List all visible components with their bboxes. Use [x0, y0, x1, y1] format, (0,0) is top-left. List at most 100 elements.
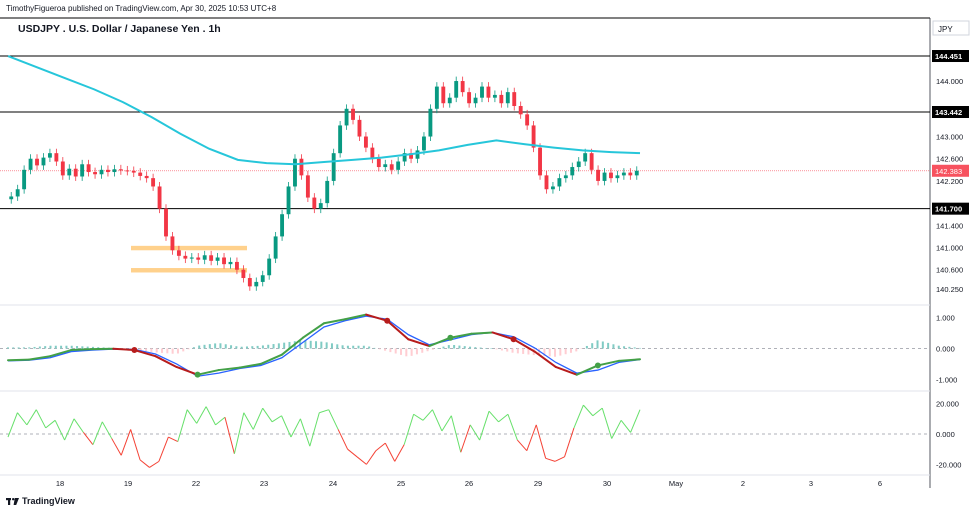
osc1-cross-dot — [594, 362, 601, 369]
osc2-line-segment — [120, 429, 132, 456]
price-tick-label: 141.000 — [936, 244, 963, 253]
osc1-histogram-bar — [415, 348, 418, 355]
price-tick-label: 140.600 — [936, 266, 963, 275]
candle-body — [35, 158, 39, 166]
candle-body — [563, 175, 568, 179]
price-tick-label: 142.200 — [936, 177, 963, 186]
osc1-histogram-bar — [214, 343, 217, 349]
osc2-line-segment — [516, 439, 528, 452]
osc1-histogram-bar — [463, 346, 466, 349]
osc1-histogram-bar — [623, 346, 626, 349]
candle-body — [235, 261, 239, 270]
osc2-tick-label: -20.000 — [936, 460, 961, 469]
osc1-histogram-bar — [325, 342, 328, 349]
osc1-histogram-bar — [240, 346, 243, 349]
osc1-histogram-bar — [516, 348, 519, 354]
osc1-histogram-bar — [559, 348, 562, 356]
candle-body — [215, 257, 220, 261]
time-tick-label: 2 — [741, 479, 745, 488]
osc2-line-segment — [564, 427, 575, 457]
osc1-fast-line-segment — [428, 336, 452, 348]
osc1-histogram-bar — [12, 347, 15, 349]
osc2-line-segment — [460, 424, 471, 453]
candle-body — [183, 255, 188, 259]
osc1-histogram-bar — [336, 344, 339, 349]
osc2-line-segment — [592, 407, 603, 417]
osc1-fast-line-segment — [386, 319, 410, 341]
osc1-histogram-bar — [484, 347, 487, 349]
osc1-histogram-bar — [601, 341, 604, 349]
osc1-fast-line-segment — [7, 358, 31, 362]
osc2-line-segment — [337, 429, 349, 450]
time-tick-label: 18 — [56, 479, 64, 488]
osc1-histogram-bar — [341, 345, 344, 349]
osc2-line-segment — [215, 416, 226, 426]
osc1-histogram-bar — [453, 345, 456, 349]
osc2-line-segment — [54, 420, 66, 441]
last-price-label: 142.383 — [935, 167, 962, 176]
candle-body — [280, 214, 285, 237]
osc2-line-segment — [73, 418, 84, 433]
osc1-histogram-bar — [357, 345, 360, 349]
osc2-line-segment — [252, 407, 264, 430]
osc1-histogram-bar — [76, 346, 79, 349]
candle-body — [576, 161, 581, 168]
osc1-histogram-bar — [490, 348, 493, 349]
time-tick-label: 30 — [603, 479, 611, 488]
highlight-box — [131, 245, 247, 251]
candle-body — [202, 255, 207, 260]
currency-label: JPY — [938, 25, 953, 34]
osc1-cross-dot — [384, 317, 391, 324]
osc2-line-segment — [366, 450, 377, 465]
osc1-histogram-bar — [261, 345, 264, 349]
osc1-histogram-bar — [575, 348, 578, 352]
candle-body — [621, 172, 626, 176]
time-tick-label: 3 — [809, 479, 813, 488]
osc1-histogram-bar — [283, 342, 286, 349]
osc2-line-segment — [630, 409, 641, 433]
osc2-line-segment — [35, 409, 47, 429]
candle-body — [318, 203, 323, 209]
candle-body — [602, 172, 607, 181]
osc1-histogram-bar — [421, 348, 424, 353]
chart-canvas[interactable]: JPY 144.000 143.000 142.600 142.200 141.400 1… — [0, 0, 975, 514]
price-tick-label: 144.000 — [936, 77, 963, 86]
candle-body — [67, 168, 72, 176]
osc1-histogram-bar — [166, 348, 169, 354]
osc1-histogram-bar — [596, 340, 599, 349]
osc2-line-segment — [384, 442, 396, 462]
osc1-histogram-bar — [617, 345, 620, 349]
candle-body — [505, 92, 510, 104]
osc1-histogram-bar — [495, 348, 498, 350]
candle-body — [467, 92, 472, 104]
osc1-histogram-bar — [203, 344, 206, 349]
osc1-histogram-bar — [315, 341, 318, 349]
osc1-histogram-bar — [405, 348, 408, 357]
osc1-fast-line-segment — [70, 348, 94, 352]
time-tick-label: 19 — [124, 479, 132, 488]
osc2-line-segment — [375, 442, 386, 452]
tradingview-logo[interactable]: TradingView — [6, 496, 75, 506]
osc2-line-segment — [328, 409, 339, 430]
candle-body — [596, 169, 601, 181]
osc1-histogram-bar — [176, 348, 179, 354]
candle-body — [460, 81, 465, 93]
osc1-histogram-bar — [442, 346, 445, 349]
osc2-line-segment — [413, 413, 424, 421]
osc1-histogram-bar — [389, 348, 392, 353]
candle-body — [525, 114, 530, 126]
time-tick-label: 6 — [878, 479, 882, 488]
candle-body — [189, 257, 194, 259]
candle-body — [73, 168, 78, 177]
price-tick-label: 141.400 — [936, 221, 963, 230]
osc1-histogram-bar — [612, 344, 615, 349]
osc1-histogram-bar — [394, 348, 397, 354]
osc2-line-segment — [139, 459, 150, 468]
candle-body — [28, 158, 33, 170]
moving-average-line — [7, 55, 641, 166]
candle-body — [570, 167, 575, 176]
candle-body — [99, 169, 104, 175]
osc1-histogram-bar — [49, 345, 52, 349]
osc1-histogram-bar — [506, 348, 509, 352]
osc1-histogram-bar — [373, 347, 376, 349]
